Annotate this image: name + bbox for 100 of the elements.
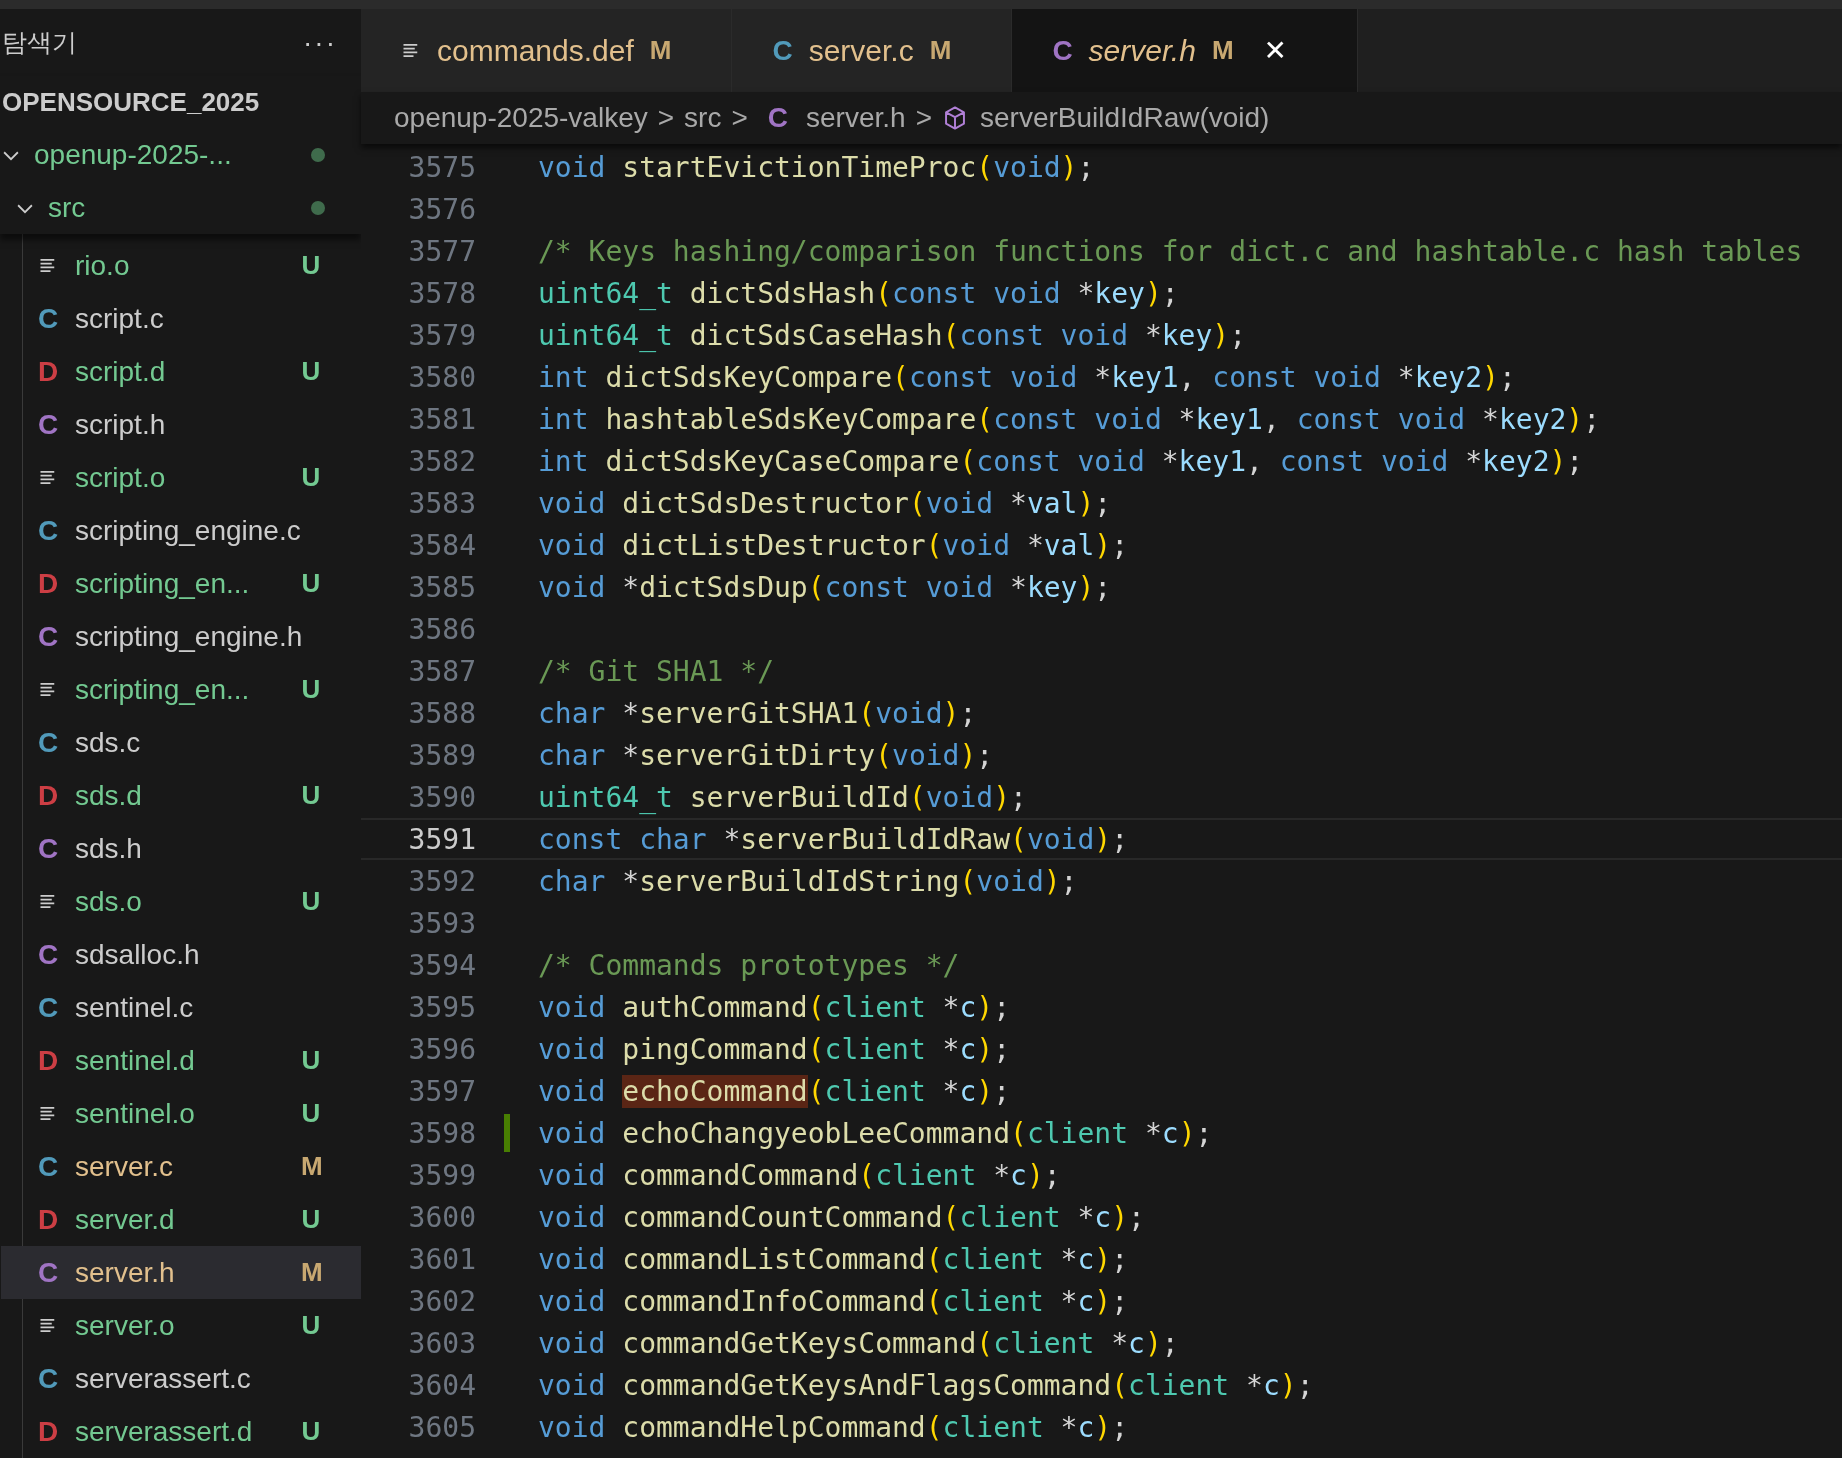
file-item[interactable]: C sds.h [1,822,361,875]
code-line: void commandInfoCommand(client *c); [538,1284,1129,1318]
file-item[interactable]: C script.h [1,398,361,451]
code-line: int dictSdsKeyCompare(const void *key1, const void *key2); [538,360,1516,394]
file-item[interactable]: sds.o U [1,875,361,928]
code-line: void *dictSdsDup(const void *key); [538,570,1112,604]
file-item[interactable]: D script.d U [1,345,361,398]
file-item[interactable]: rio.o U [1,239,361,292]
separator-icon: > [915,102,932,134]
file-item[interactable]: C scripting_engine.h [1,610,361,663]
separator-icon: > [657,102,675,134]
file-item[interactable]: D serverassert.d U [1,1405,361,1458]
file-item[interactable]: scripting_en... U [1,663,361,716]
code-line: void echoCommand(client *c); [538,1074,1011,1108]
code-line: void commandCommand(client *c); [538,1158,1061,1192]
line-number: 3578 [407,276,476,310]
file-item[interactable]: C sds.c [1,716,361,769]
line-number: 3575 [407,150,476,184]
code-line: void commandGetKeysAndFlagsCommand(client *c); [538,1368,1314,1402]
file-item[interactable]: script.o U [1,451,361,504]
code-line: const char *serverBuildIdRaw(void); [538,822,1129,856]
code-line: void commandGetKeysCommand(client *c); [538,1326,1179,1360]
line-number: 3580 [407,360,476,394]
editor-tab[interactable]: C server.c M [732,9,1013,92]
line-number: 3583 [407,486,476,520]
editor-tab[interactable]: commands.def M [361,9,733,92]
line-number: 3586 [407,612,476,646]
line-number: 3603 [407,1326,476,1360]
sidebar-title: 탐색기 [2,27,77,58]
file-item[interactable]: D server.d U [1,1193,361,1246]
file-item[interactable]: server.o U [1,1299,361,1352]
line-number: 3582 [407,444,476,478]
line-number: 3602 [407,1284,476,1318]
code-line: void dictSdsDestructor(void *val); [538,486,1112,520]
line-number: 3591 [407,822,476,856]
line-number: 3592 [407,864,476,898]
cube-icon [942,105,968,131]
file-item[interactable]: D sds.d U [1,769,361,822]
code-line: int hashtableSdsKeyCompare(const void *key1, const void *key2); [538,402,1601,436]
line-number: 3579 [407,318,476,352]
line-number: 3584 [407,528,476,562]
code-line: uint64_t dictSdsHash(const void *key); [538,276,1179,310]
file-item[interactable]: C scripting_engine.c [1,504,361,557]
line-number: 3590 [407,780,476,814]
editor-tab[interactable]: C server.h M ✕ [1012,9,1358,92]
line-number: 3594 [407,948,476,982]
line-number: 3604 [407,1368,476,1402]
line-number: 3598 [407,1116,476,1150]
git-status-dot [311,147,325,162]
folder-item[interactable]: src [0,181,361,234]
file-item[interactable]: C sentinel.c [1,981,361,1034]
code-line: char *serverBuildIdString(void); [538,864,1078,898]
code-line: void commandCountCommand(client *c); [538,1200,1145,1234]
line-number: 3595 [407,990,476,1024]
code-line: char *serverGitSHA1(void); [538,696,977,730]
file-item[interactable]: D scripting_en... U [1,557,361,610]
line-number: 3599 [407,1158,476,1192]
breadcrumb-item[interactable]: src [684,102,722,134]
code-line: void echoChangyeobLeeCommand(client *c); [538,1116,1213,1150]
line-number: 3600 [407,1200,476,1234]
code-line: /* Git SHA1 */ [538,654,774,688]
line-number: 3588 [407,696,476,730]
line-number: 3576 [407,192,476,226]
line-number: 3581 [407,402,476,436]
line-number: 3601 [407,1242,476,1276]
folder-item[interactable]: openup-2025-... [0,128,361,181]
breadcrumb-item[interactable]: openup-2025-valkey [394,102,648,134]
line-number: 3587 [407,654,476,688]
file-item[interactable]: C server.h M [1,1246,361,1299]
code-line: void commandListCommand(client *c); [538,1242,1129,1276]
code-line: /* Commands prototypes */ [538,948,960,982]
separator-icon: > [731,102,748,134]
line-number: 3589 [407,738,476,772]
git-status-dot [311,200,325,215]
code-line: void dictListDestructor(void *val); [538,528,1129,562]
workspace-header[interactable]: OPENSOURCE_2025 [0,76,361,128]
line-number: 3596 [407,1032,476,1066]
line-number: 3593 [407,906,476,940]
code-line: /* Keys hashing/comparison functions for dict.c and hashtable.c hash tables [538,234,1803,268]
breadcrumb-item[interactable]: serverBuildIdRaw(void) [942,102,1270,134]
breadcrumb-item[interactable]: C server.h [757,102,906,134]
code-line: void authCommand(client *c); [538,990,1011,1024]
code-line: void startEvictionTimeProc(void); [538,150,1095,184]
file-item[interactable]: C script.c [1,292,361,345]
code-line: uint64_t serverBuildId(void); [538,780,1027,814]
file-item[interactable]: D sentinel.d U [1,1034,361,1087]
code-line: void commandHelpCommand(client *c); [538,1410,1129,1444]
code-line: char *serverGitDirty(void); [538,738,994,772]
line-number: 3605 [407,1410,476,1444]
file-item[interactable]: C serverassert.c [1,1352,361,1405]
line-number: 3597 [407,1074,476,1108]
line-number: 3577 [407,234,476,268]
line-number: 3585 [407,570,476,604]
code-line: uint64_t dictSdsCaseHash(const void *key); [538,318,1247,352]
file-item[interactable]: C sdsalloc.h [1,928,361,981]
code-line: int dictSdsKeyCaseCompare(const void *key1, const void *key2); [538,444,1584,478]
more-actions-button[interactable]: ··· [299,26,341,59]
file-item[interactable]: C server.c M [1,1140,361,1193]
file-item[interactable]: sentinel.o U [1,1087,361,1140]
code-line: void pingCommand(client *c); [538,1032,1011,1066]
